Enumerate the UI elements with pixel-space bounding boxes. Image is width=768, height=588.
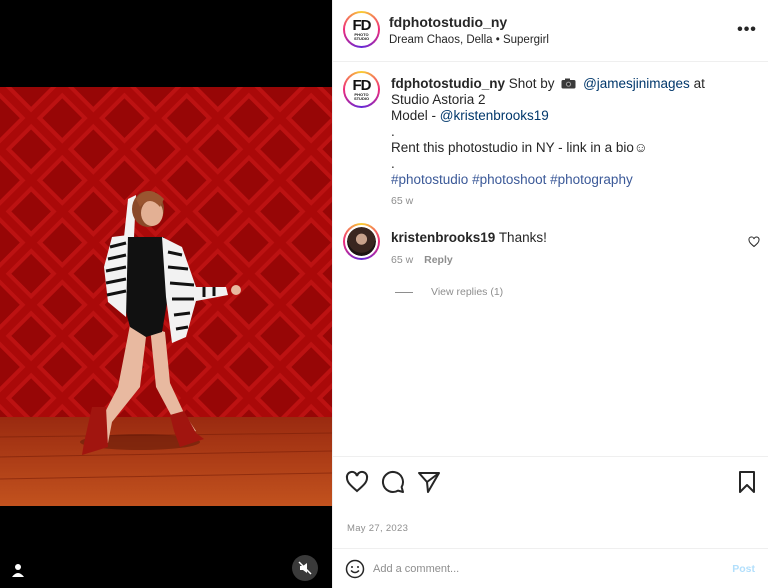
user-tag-icon[interactable] (10, 562, 26, 578)
comment-body: Thanks! (498, 230, 547, 245)
bookmark-icon (739, 471, 755, 493)
studio-logo: FD PHOTO STUDIO (352, 17, 372, 41)
divider (395, 291, 413, 293)
caption-avatar[interactable]: FD PHOTO STUDIO (343, 71, 380, 108)
heart-icon (345, 470, 369, 493)
photographer-mention[interactable]: @jamesjinimages (583, 76, 690, 91)
comment: kristenbrooks19 Thanks! (391, 230, 547, 245)
post-comment-button[interactable]: Post (732, 563, 755, 575)
commenter-avatar[interactable] (343, 223, 380, 260)
like-button[interactable] (345, 470, 369, 494)
paper-plane-icon (418, 472, 440, 493)
comment-button[interactable] (381, 470, 405, 494)
mute-button[interactable] (292, 555, 318, 581)
comment-meta: 65 w Reply (391, 254, 453, 266)
caption-hashtags[interactable]: #photostudio #photoshoot #photography (391, 172, 741, 188)
emoji-button[interactable] (345, 559, 365, 579)
caption-timestamp[interactable]: 65 w (391, 195, 413, 207)
audio-subtitle[interactable]: Dream Chaos, Della • Supergirl (389, 34, 549, 46)
commenter-photo (347, 227, 376, 256)
caption-dot: . (391, 124, 395, 139)
author-avatar[interactable]: FD PHOTO STUDIO (343, 11, 380, 48)
camera-emoji-icon (561, 78, 576, 89)
more-options-button[interactable]: ••• (737, 20, 757, 40)
heart-icon (748, 236, 760, 248)
save-button[interactable] (735, 470, 759, 494)
speaker-muted-icon (298, 561, 312, 575)
post-photo[interactable] (0, 87, 332, 506)
more-options-icon: ••• (737, 21, 757, 38)
add-comment-bar: Post (333, 548, 768, 588)
view-replies-button[interactable]: View replies (1) (395, 286, 503, 298)
comment-input[interactable] (373, 557, 713, 581)
post-header: FD PHOTO STUDIO fdphotostudio_ny Dream C… (333, 0, 768, 62)
model-mention[interactable]: @kristenbrooks19 (440, 108, 549, 123)
caption-username[interactable]: fdphotostudio_ny (391, 76, 505, 91)
caption-rent-text: Rent this photostudio in NY - link in a … (391, 140, 648, 155)
caption-dot: . (391, 156, 395, 171)
share-button[interactable] (417, 470, 441, 494)
caption-shot-by: Shot by (508, 76, 555, 91)
author-username[interactable]: fdphotostudio_ny (389, 14, 507, 30)
studio-logo: FD PHOTO STUDIO (352, 77, 372, 101)
post-details-panel: FD PHOTO STUDIO fdphotostudio_ny Dream C… (332, 0, 768, 588)
smiley-icon (345, 559, 365, 579)
comment-timestamp[interactable]: 65 w (391, 254, 413, 266)
post-media[interactable] (0, 0, 332, 588)
post-caption: fdphotostudio_ny Shot by @jamesjinimages… (391, 76, 741, 188)
commenter-username[interactable]: kristenbrooks19 (391, 230, 495, 245)
reply-button[interactable]: Reply (424, 254, 453, 266)
comment-like-button[interactable] (748, 236, 760, 248)
post-actions (333, 456, 768, 504)
comment-bubble-icon (381, 470, 404, 493)
view-replies-label: View replies (1) (431, 286, 504, 298)
model-label: Model - (391, 108, 437, 123)
post-date[interactable]: May 27, 2023 (347, 523, 408, 534)
